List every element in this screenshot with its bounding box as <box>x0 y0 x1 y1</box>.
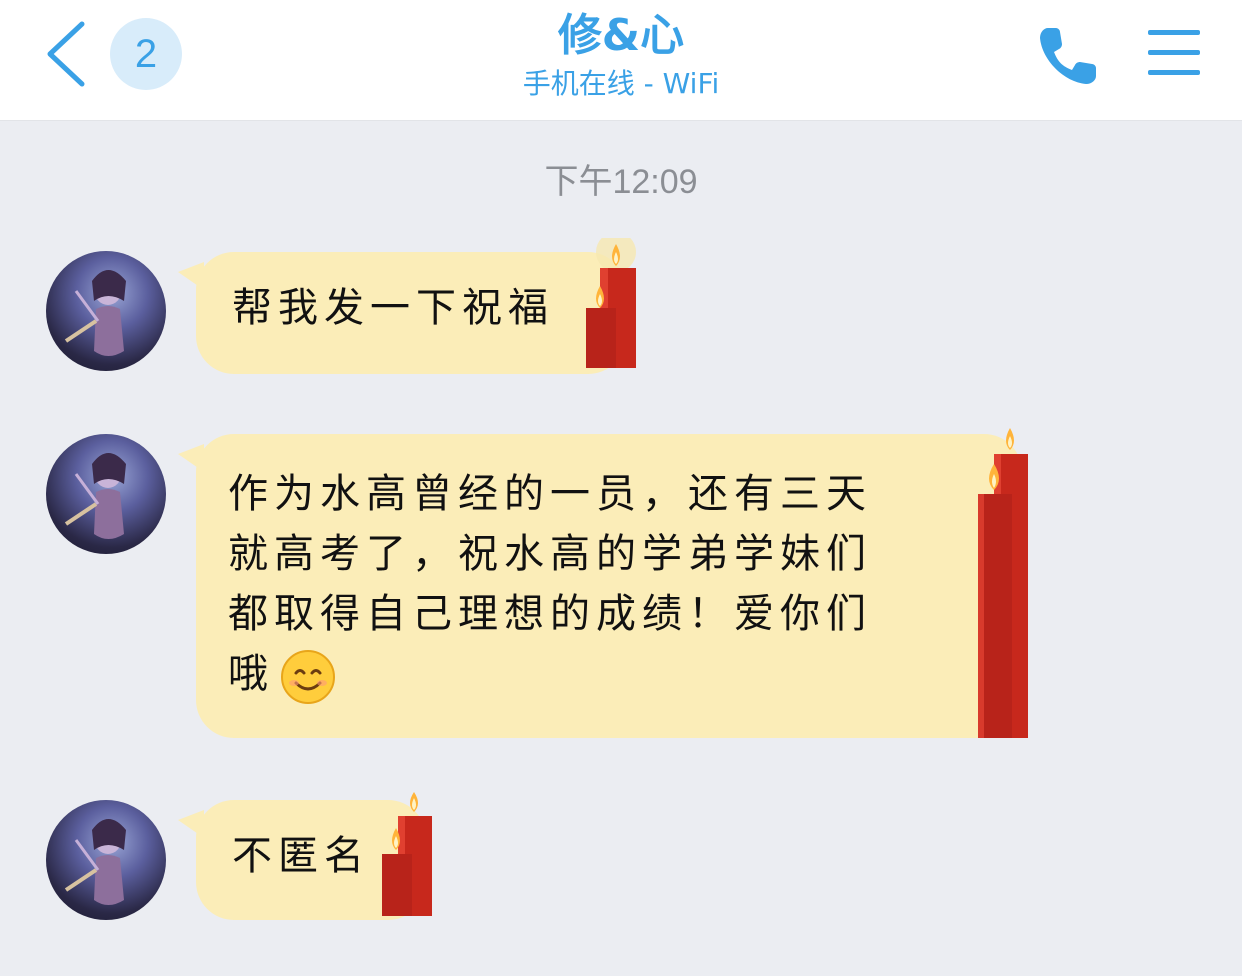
chat-title-area[interactable]: 修&心 手机在线 - WiFi <box>321 8 921 104</box>
message-bubble[interactable]: 帮我发一下祝福 <box>178 238 636 374</box>
message-text: 作为水高曾经的一员，还有三天 就高考了，祝水高的学弟学妹们 都取得自己理想的成绩… <box>228 464 1022 705</box>
message-text: 帮我发一下祝福 <box>232 285 554 331</box>
online-status: 手机在线 - WiFi <box>522 67 720 100</box>
contact-name: 修&心 <box>557 10 685 61</box>
chat-header: 2 修&心 手机在线 - WiFi <box>0 0 1242 121</box>
unread-count-badge[interactable]: 2 <box>110 18 182 90</box>
message-bubble[interactable]: 不匿名 <box>178 792 432 920</box>
smile-emoji-icon <box>281 650 335 704</box>
message-timestamp: 下午12:09 <box>544 163 698 201</box>
sender-avatar[interactable] <box>46 800 166 920</box>
message-bubble[interactable]: 作为水高曾经的一员，还有三天 就高考了，祝水高的学弟学妹们 都取得自己理想的成绩… <box>178 428 1028 738</box>
chevron-left-icon <box>47 21 85 87</box>
back-button[interactable] <box>40 18 100 88</box>
avatar-image <box>64 270 126 356</box>
sender-avatar[interactable] <box>46 434 166 554</box>
avatar-image <box>64 453 126 539</box>
sender-avatar[interactable] <box>46 251 166 371</box>
phone-icon <box>1040 28 1096 84</box>
menu-icon <box>1148 30 1200 75</box>
menu-button[interactable] <box>1146 28 1202 78</box>
call-button[interactable] <box>1036 22 1102 88</box>
avatar-image <box>64 819 126 905</box>
chat-screen: 2 修&心 手机在线 - WiFi 下午12:09 帮我发一下祝福 作为水高曾经… <box>0 0 1242 976</box>
candle-icon <box>382 792 432 916</box>
candle-icon <box>586 238 636 368</box>
candle-icon <box>978 428 1028 738</box>
